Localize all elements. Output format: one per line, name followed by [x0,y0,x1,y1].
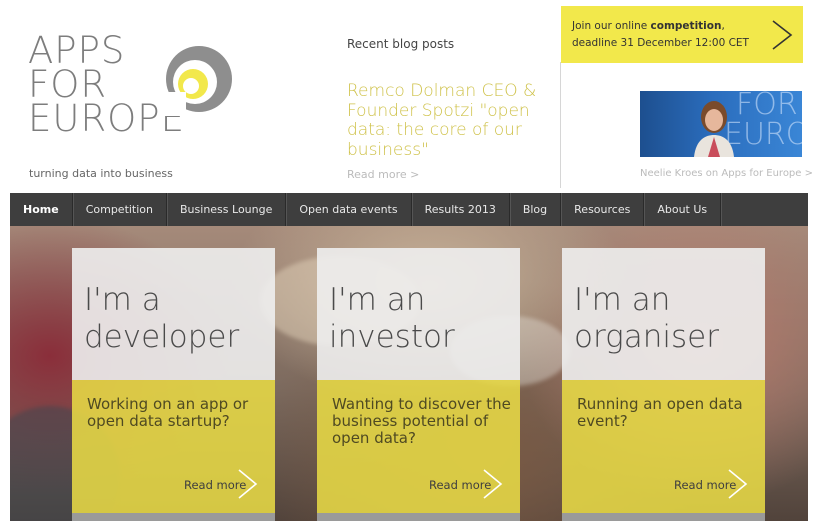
nav-item-resources[interactable]: Resources [561,193,643,226]
nav-item-about-us[interactable]: About Us [644,193,720,226]
hero-banner: I'm a developer Working on an app or ope… [10,226,808,521]
chevron-right-icon [483,469,503,499]
organiser-card[interactable]: I'm an organiser Running an open data ev… [562,248,765,521]
logo-swirl-icon [162,46,232,116]
competition-text: Join our online competition, deadline 31… [572,18,767,52]
nav-item-home[interactable]: Home [10,193,72,226]
card-body: Running an open data event? Read more [562,380,765,513]
competition-text-bold: competition [650,20,722,32]
card-title-line-2: developer [84,319,240,355]
card-header: I'm an organiser [562,248,765,380]
main-navigation: Home Competition Business Lounge Open da… [10,193,808,226]
nav-item-open-data-events[interactable]: Open data events [286,193,410,226]
card-title-line-1: I'm an [329,282,426,318]
developer-card[interactable]: I'm a developer Working on an app or ope… [72,248,275,521]
competition-text-prefix: Join our online [572,20,651,32]
card-body: Wanting to discover the business potenti… [317,380,520,513]
speaker-portrait-icon [694,101,734,157]
video-caption-link[interactable]: Neelie Kroes on Apps for Europe > [640,168,813,179]
card-title-line-2: investor [329,319,455,355]
card-title: I'm an investor [329,282,455,356]
investor-card[interactable]: I'm an investor Wanting to discover the … [317,248,520,521]
card-header: I'm an investor [317,248,520,380]
card-footer-bar [317,513,520,521]
card-title-line-2: organiser [574,319,719,355]
card-description: Working on an app or open data startup? [87,395,249,430]
chevron-right-icon [238,469,258,499]
card-header: I'm a developer [72,248,275,380]
nav-item-blog[interactable]: Blog [510,193,560,226]
nav-separator [720,193,722,226]
card-footer-bar [562,513,765,521]
nav-item-results-2013[interactable]: Results 2013 [412,193,509,226]
site-header: APPS FOR EUROPE turning data into busine… [0,0,818,192]
card-body: Working on an app or open data startup? … [72,380,275,513]
nav-item-competition[interactable]: Competition [73,193,166,226]
card-description: Running an open data event? [577,395,743,430]
blog-post-title[interactable]: Remco Dolman CEO & Founder Spotzi "open … [347,81,537,160]
chevron-right-icon [728,469,748,499]
competition-banner[interactable]: Join our online competition, deadline 31… [561,6,803,63]
nav-item-business-lounge[interactable]: Business Lounge [167,193,285,226]
card-description: Wanting to discover the business potenti… [332,395,511,447]
logo-tagline: turning data into business [29,167,173,180]
card-title: I'm an organiser [574,282,719,356]
chevron-right-icon [772,20,793,50]
card-title-line-1: I'm an [574,282,671,318]
blog-read-more-link[interactable]: Read more > [347,168,419,181]
apps-for-europe-logo[interactable]: APPS FOR EUROPE [28,32,232,144]
header-divider [560,62,561,188]
card-footer-bar [72,513,275,521]
card-title-line-1: I'm a [84,282,161,318]
recent-blog-heading: Recent blog posts [347,37,455,51]
card-title: I'm a developer [84,282,239,356]
video-thumbnail[interactable]: FOR EURO [640,91,802,157]
